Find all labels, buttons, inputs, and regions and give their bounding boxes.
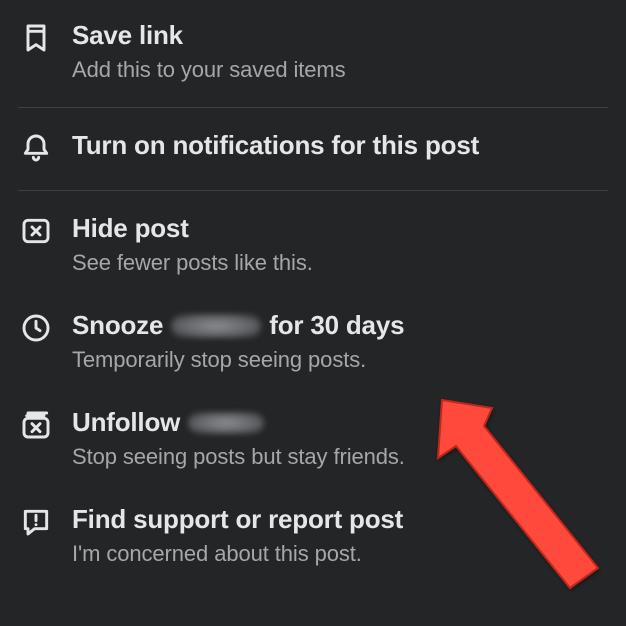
clock-icon [18,310,54,346]
menu-item-title: Find support or report post [72,504,608,535]
menu-item-title: Hide post [72,213,608,244]
hide-x-box-icon [18,213,54,249]
menu-item-subtitle: I'm concerned about this post. [72,541,608,567]
report-post-item[interactable]: Find support or report post I'm concerne… [0,488,626,585]
menu-item-subtitle: Add this to your saved items [72,57,608,83]
redacted-name [171,314,261,338]
report-exclaim-icon [18,504,54,540]
menu-item-text: Hide post See fewer posts like this. [72,211,608,276]
menu-item-text: Unfollow Stop seeing posts but stay frie… [72,405,608,470]
title-suffix: for 30 days [269,310,404,341]
menu-item-title: Unfollow [72,407,608,438]
redacted-name [188,412,264,434]
menu-item-subtitle: Temporarily stop seeing posts. [72,347,608,373]
menu-item-subtitle: Stop seeing posts but stay friends. [72,444,608,470]
turn-on-notifications-item[interactable]: Turn on notifications for this post [0,114,626,184]
snooze-item[interactable]: Snooze for 30 days Temporarily stop seei… [0,294,626,391]
menu-item-title: Snooze for 30 days [72,310,608,341]
unfollow-item[interactable]: Unfollow Stop seeing posts but stay frie… [0,391,626,488]
menu-item-title: Save link [72,20,608,51]
post-options-menu: Save link Add this to your saved items T… [0,0,626,585]
bell-icon [18,130,54,166]
hide-post-item[interactable]: Hide post See fewer posts like this. [0,197,626,294]
title-prefix: Unfollow [72,407,180,438]
save-link-item[interactable]: Save link Add this to your saved items [0,4,626,101]
menu-item-text: Turn on notifications for this post [72,128,608,161]
divider [18,190,608,191]
unfollow-x-box-icon [18,407,54,443]
menu-item-text: Find support or report post I'm concerne… [72,502,608,567]
menu-item-title: Turn on notifications for this post [72,130,608,161]
bookmark-icon [18,20,54,56]
menu-item-subtitle: See fewer posts like this. [72,250,608,276]
menu-item-text: Snooze for 30 days Temporarily stop seei… [72,308,608,373]
title-prefix: Snooze [72,310,163,341]
menu-item-text: Save link Add this to your saved items [72,18,608,83]
divider [18,107,608,108]
